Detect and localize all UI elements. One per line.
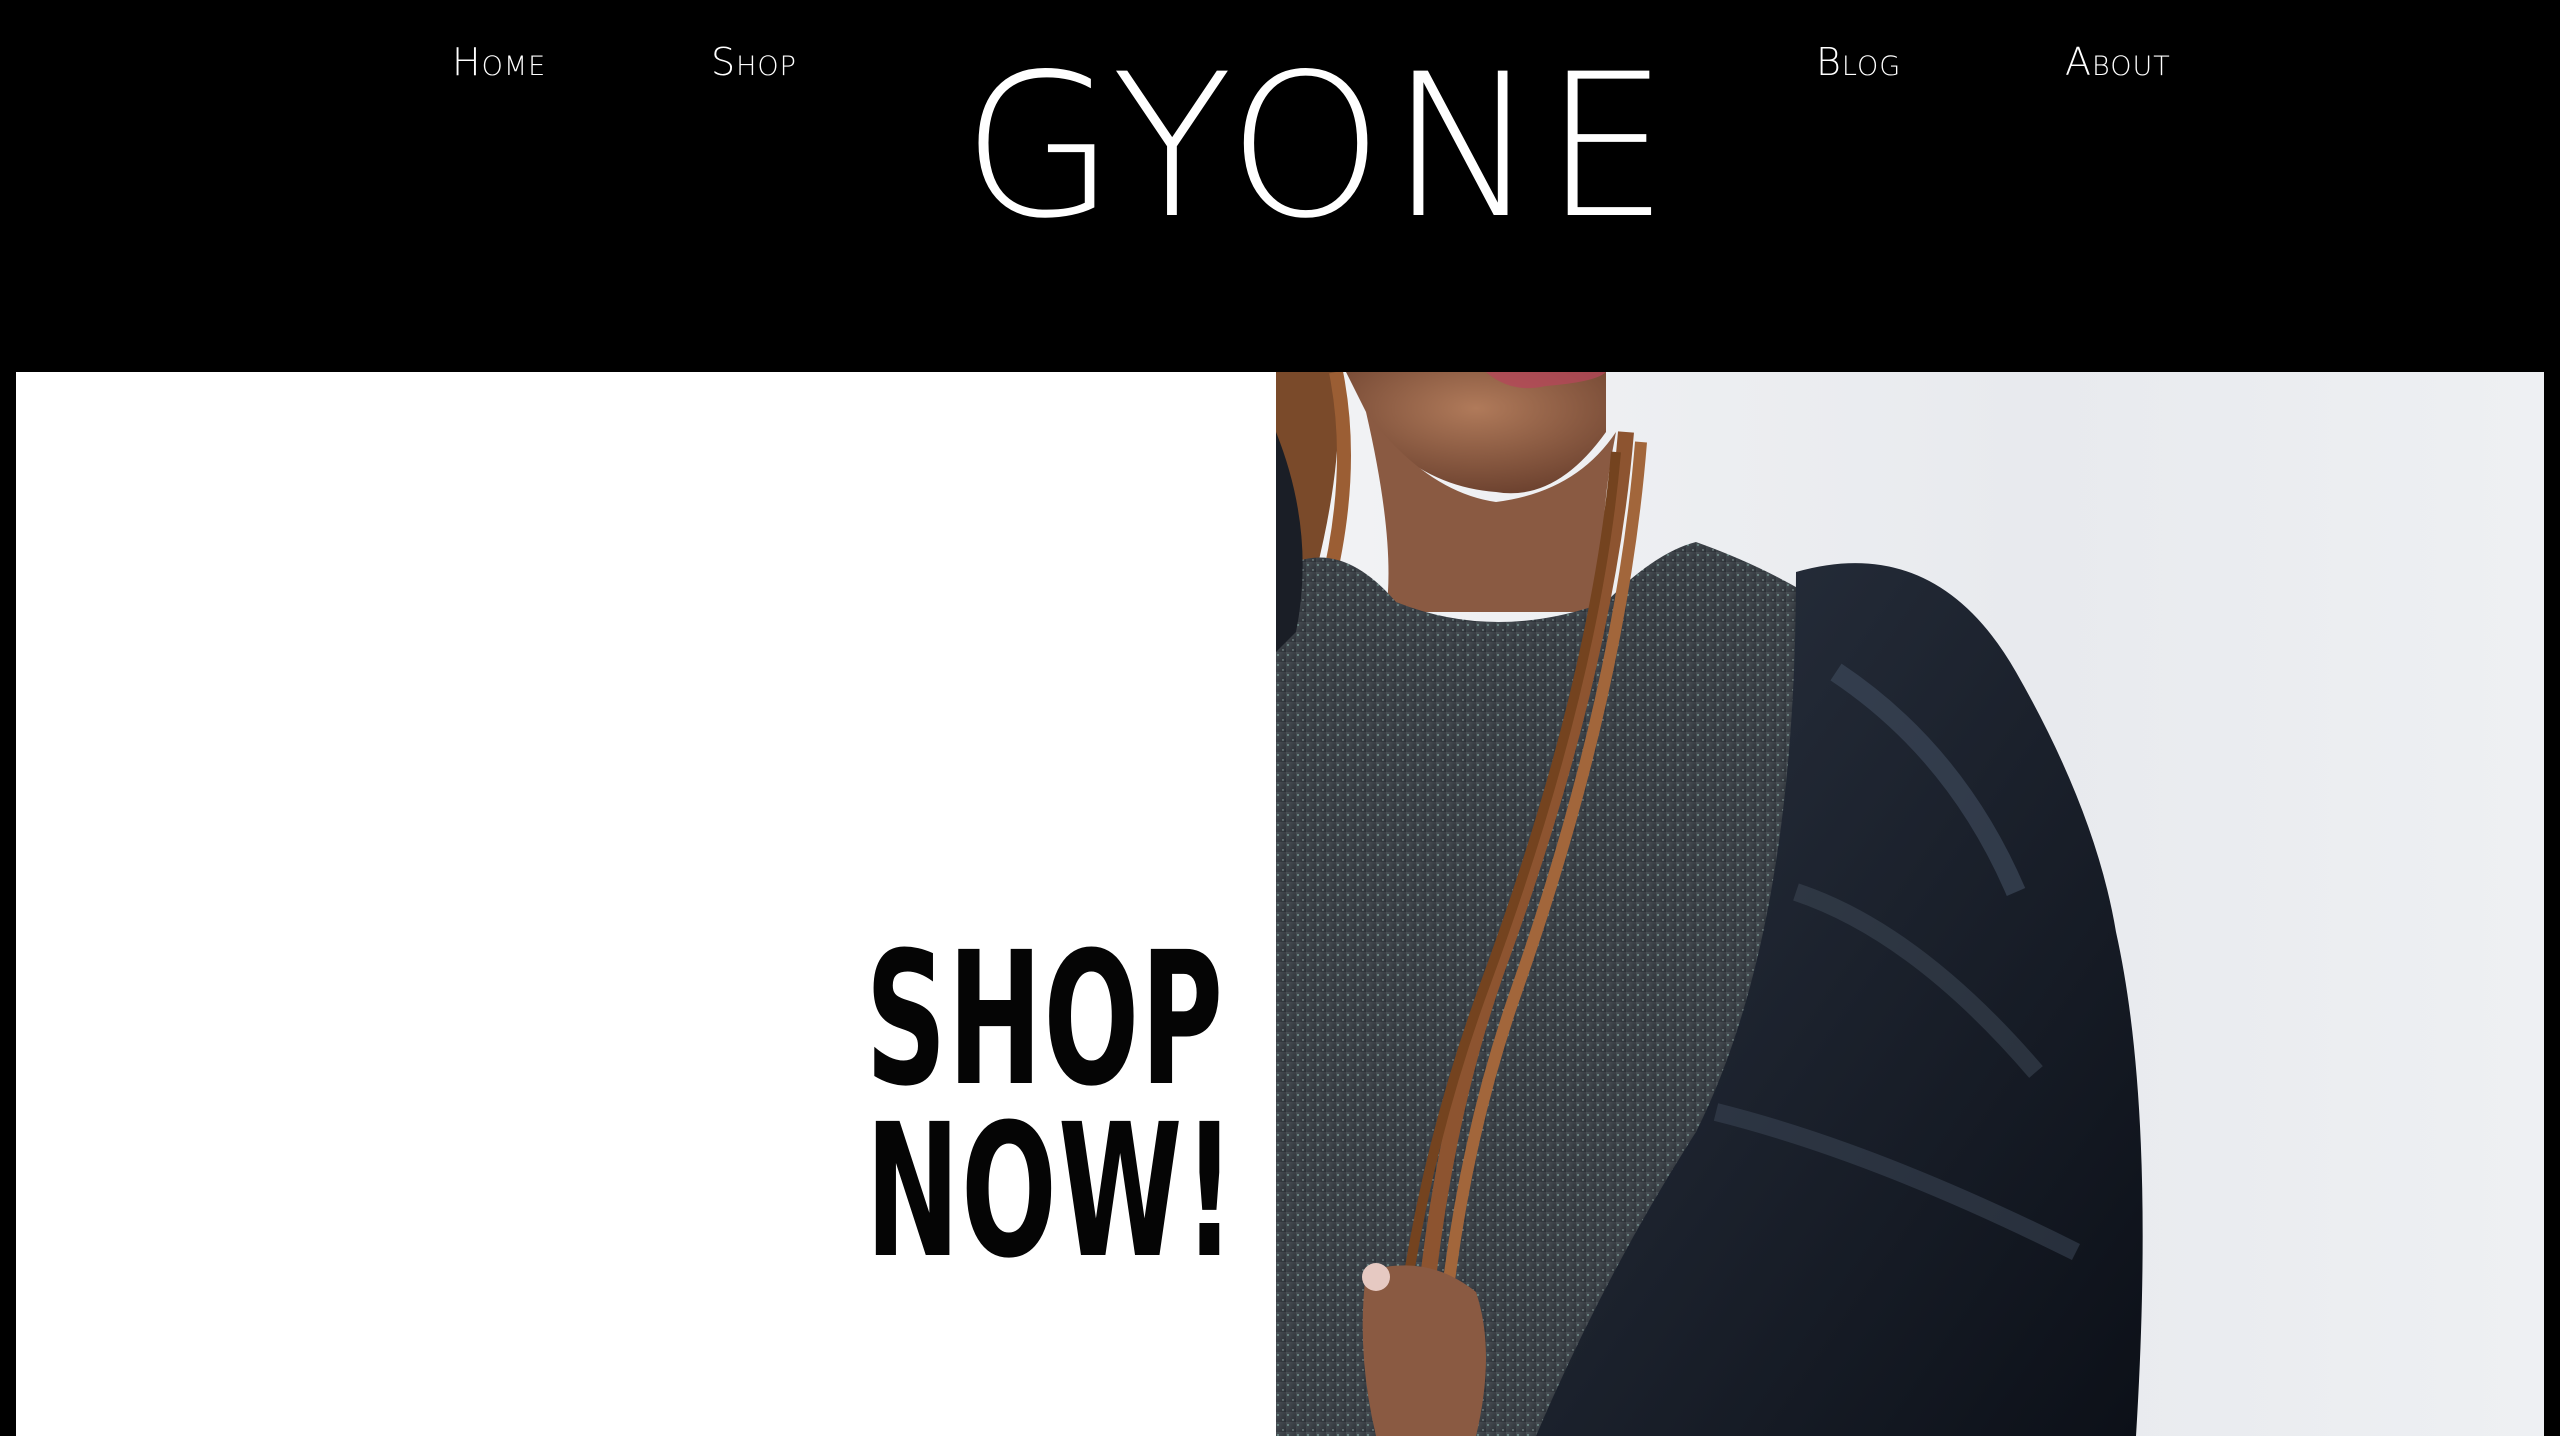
nav-shop-link[interactable]: Shop [711, 40, 797, 84]
nav-about-link[interactable]: About [2065, 40, 2171, 84]
hero-promo-panel: SHOP NOW! [16, 372, 1276, 1436]
model-photo-icon [1276, 372, 2143, 1436]
site-header: Home Shop GYONE Blog About [0, 0, 2560, 372]
shop-now-button[interactable]: SHOP NOW! [865, 913, 1236, 1299]
hero-banner: SHOP NOW! [16, 372, 2544, 1436]
nav-home-link[interactable]: Home [452, 40, 546, 84]
promo-line-1: SHOP [865, 913, 1225, 1127]
nav-blog-link[interactable]: Blog [1816, 40, 1901, 84]
hero-model-photo [1276, 372, 2544, 1436]
promo-line-2: NOW! [865, 1085, 1236, 1299]
site-logo[interactable]: GYONE [962, 48, 1669, 246]
